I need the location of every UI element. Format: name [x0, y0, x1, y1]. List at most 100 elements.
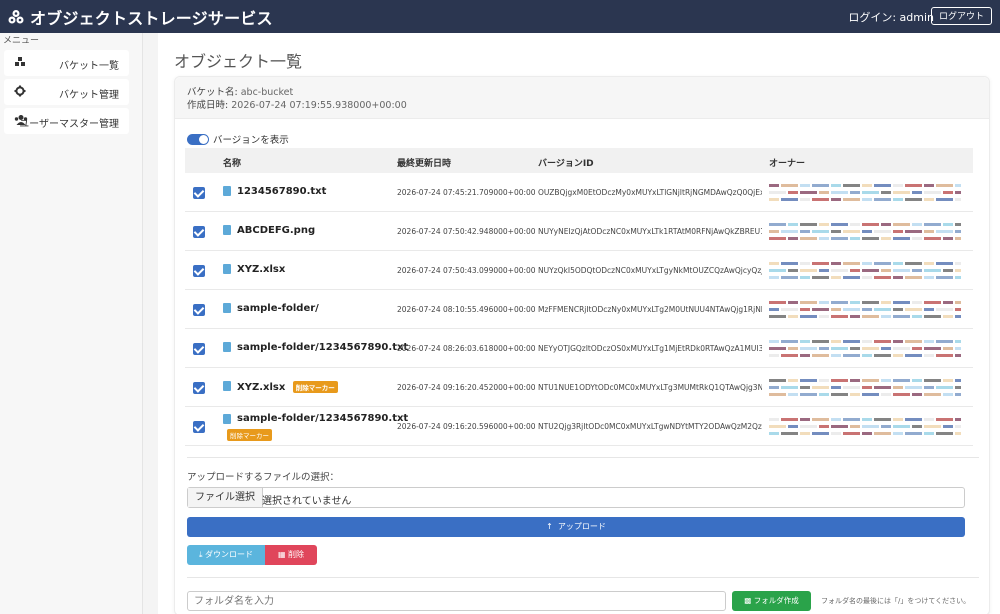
table-row[interactable]: XYZ.xlsx 2026-07-24 07:50:43.099000+00:0… [185, 251, 973, 290]
last-modified: 2026-07-24 07:50:43.099000+00:00 [397, 266, 536, 275]
file-selected-text: 選択されていません [262, 496, 352, 507]
table-row[interactable]: ABCDEFG.png 2026-07-24 07:50:42.948000+0… [185, 212, 973, 251]
logout-button[interactable]: ログアウト [930, 7, 992, 25]
app-title: オブジェクトストレージサービス [30, 9, 273, 28]
menu-label: メニュー [3, 36, 40, 46]
row-checkbox[interactable] [193, 382, 205, 394]
delete-button-label: 削除 [288, 550, 305, 559]
delete-marker-badge: 削除マーカー [292, 381, 338, 393]
download-button[interactable]: ⤓ ダウンロード [187, 545, 265, 565]
column-header-name: 名称 [223, 159, 242, 169]
boxes-icon [15, 57, 25, 66]
create-folder-button-label: フォルダ作成 [753, 596, 799, 605]
file-name[interactable]: sample-folder/1234567890.txt [237, 342, 408, 353]
file-select-button[interactable]: ファイル選択 [188, 488, 263, 507]
upload-label: アップロードするファイルの選択： [187, 472, 340, 483]
arrow-up-icon: ↑ [546, 522, 553, 531]
delete-button[interactable]: ▦ 削除 [265, 545, 317, 565]
file-name[interactable]: sample-folder/1234567890.txt [237, 413, 408, 424]
table-row[interactable]: XYZ.xlsx 削除マーカー 2026-07-24 09:16:20.4520… [185, 368, 973, 407]
row-checkbox[interactable] [193, 304, 205, 316]
create-folder-button[interactable]: ▩ フォルダ作成 [732, 591, 811, 611]
trash-icon: ▦ [277, 550, 286, 559]
table-row[interactable]: sample-folder/1234567890.txt 削除マーカー 2026… [185, 407, 973, 446]
version-id: NEYyOTJGQzItODczOS0xMUYxLTg1MjEtRDk0RTAw… [538, 344, 762, 353]
owner-value [769, 184, 961, 201]
folder-icon [223, 303, 231, 313]
delete-marker-badge: 削除マーカー [227, 429, 272, 441]
version-id: NTU2Qjg3RjItODc0MC0xMUYxLTgwNDYtMTY2ODAw… [538, 422, 762, 431]
version-id: NUYyNEIzQjAtODczNC0xMUYxLTk1RTAtM0RFNjAw… [538, 227, 762, 236]
divider [187, 577, 979, 578]
divider [187, 457, 979, 458]
file-name[interactable]: XYZ.xlsx [237, 382, 285, 393]
file-name[interactable]: sample-folder/ [237, 303, 319, 314]
row-checkbox[interactable] [193, 265, 205, 277]
file-name[interactable]: XYZ.xlsx [237, 264, 285, 275]
download-button-label: ダウンロード [205, 550, 254, 559]
version-toggle-row[interactable]: バージョンを表示 [187, 132, 289, 146]
owner-value [769, 340, 961, 357]
gear-icon [14, 85, 26, 97]
table-row[interactable]: sample-folder/ 2026-07-24 08:10:55.49600… [185, 290, 973, 329]
sidebar-item-label: バケット一覧 [59, 61, 119, 72]
created-at-label: 作成日時: [187, 100, 229, 111]
row-checkbox[interactable] [193, 226, 205, 238]
version-id: NUYzQkI5ODQtODczNC0xMUYxLTgyNkMtOUZCQzAw… [538, 266, 762, 275]
version-id: NTU1NUE1ODYtODc0MC0xMUYxLTg3MUMtRkQ1QTAw… [538, 383, 762, 392]
brand[interactable]: オブジェクトストレージサービス [8, 5, 273, 29]
row-checkbox[interactable] [193, 343, 205, 355]
sidebar-item-user-master[interactable]: ユーザーマスター管理 [4, 108, 129, 134]
version-toggle-label: バージョンを表示 [213, 135, 289, 146]
file-icon [223, 342, 231, 352]
column-header-owner: オーナー [769, 159, 806, 169]
folder-hint: フォルダ名の最後には「/」をつけてください。 [821, 597, 971, 605]
version-id: OUZBQjgxM0EtODczMy0xMUYxLTlGNjItRjNGMDAw… [538, 188, 762, 197]
bucket-info-header: バケット名: abc-bucket 作成日時: 2026-07-24 07:19… [175, 77, 989, 119]
column-header-modified: 最終更新日時 [397, 159, 452, 169]
file-name[interactable]: 1234567890.txt [237, 186, 326, 197]
file-name-with-marker: XYZ.xlsx 削除マーカー [237, 381, 338, 393]
last-modified: 2026-07-24 09:16:20.596000+00:00 [397, 422, 536, 431]
owner-value [769, 223, 961, 240]
version-toggle[interactable] [187, 133, 209, 145]
file-name[interactable]: ABCDEFG.png [237, 225, 315, 236]
page-title: オブジェクト一覧 [174, 52, 303, 71]
upload-button-label: アップロード [557, 522, 606, 531]
table-row[interactable]: sample-folder/1234567890.txt 2026-07-24 … [185, 329, 973, 368]
row-checkbox[interactable] [193, 421, 205, 433]
object-list-card: バケット名: abc-bucket 作成日時: 2026-07-24 07:19… [174, 76, 990, 614]
owner-value [769, 262, 961, 279]
file-icon [223, 186, 231, 196]
last-modified: 2026-07-24 07:50:42.948000+00:00 [397, 227, 536, 236]
sidebar-item-label: ユーザーマスター管理 [19, 119, 119, 130]
folder-name-input[interactable] [187, 591, 726, 611]
main-content: オブジェクト一覧 バケット名: abc-bucket 作成日時: 2026-07… [158, 33, 1000, 614]
login-status: ログイン: admin [848, 11, 934, 24]
version-id: MzFFMENCRjItODczNy0xMUYxLTg2M0UtNUU4NTAw… [538, 305, 762, 314]
download-icon: ⤓ [198, 550, 203, 559]
last-modified: 2026-07-24 08:10:55.496000+00:00 [397, 305, 536, 314]
file-icon [223, 414, 231, 424]
boxes-logo-icon [8, 10, 24, 24]
folder-icon: ▩ [744, 596, 752, 605]
table-header: 名称 最終更新日時 バージョンID オーナー [185, 148, 973, 173]
column-header-version-id: バージョンID [538, 159, 594, 169]
row-checkbox[interactable] [193, 187, 205, 199]
upload-button[interactable]: ↑ アップロード [187, 517, 965, 537]
last-modified: 2026-07-24 08:26:03.618000+00:00 [397, 344, 536, 353]
last-modified: 2026-07-24 09:16:20.452000+00:00 [397, 383, 536, 392]
created-at-line: 作成日時: 2026-07-24 07:19:55.938000+00:00 [187, 97, 407, 111]
table-row[interactable]: 1234567890.txt 2026-07-24 07:45:21.70900… [185, 173, 973, 212]
file-icon [223, 264, 231, 274]
sidebar-item-bucket-list[interactable]: バケット一覧 [4, 50, 129, 76]
file-icon [223, 381, 231, 391]
sidebar-item-label: バケット管理 [59, 90, 119, 101]
sidebar-item-bucket-admin[interactable]: バケット管理 [4, 79, 129, 105]
file-icon [223, 225, 231, 235]
file-picker[interactable]: ファイル選択 選択されていません [187, 487, 965, 508]
owner-value [769, 418, 961, 435]
owner-value [769, 301, 961, 318]
last-modified: 2026-07-24 07:45:21.709000+00:00 [397, 188, 536, 197]
sidebar: メニュー バケット一覧 バケット管理 ユーザーマスター管理 [0, 33, 143, 614]
